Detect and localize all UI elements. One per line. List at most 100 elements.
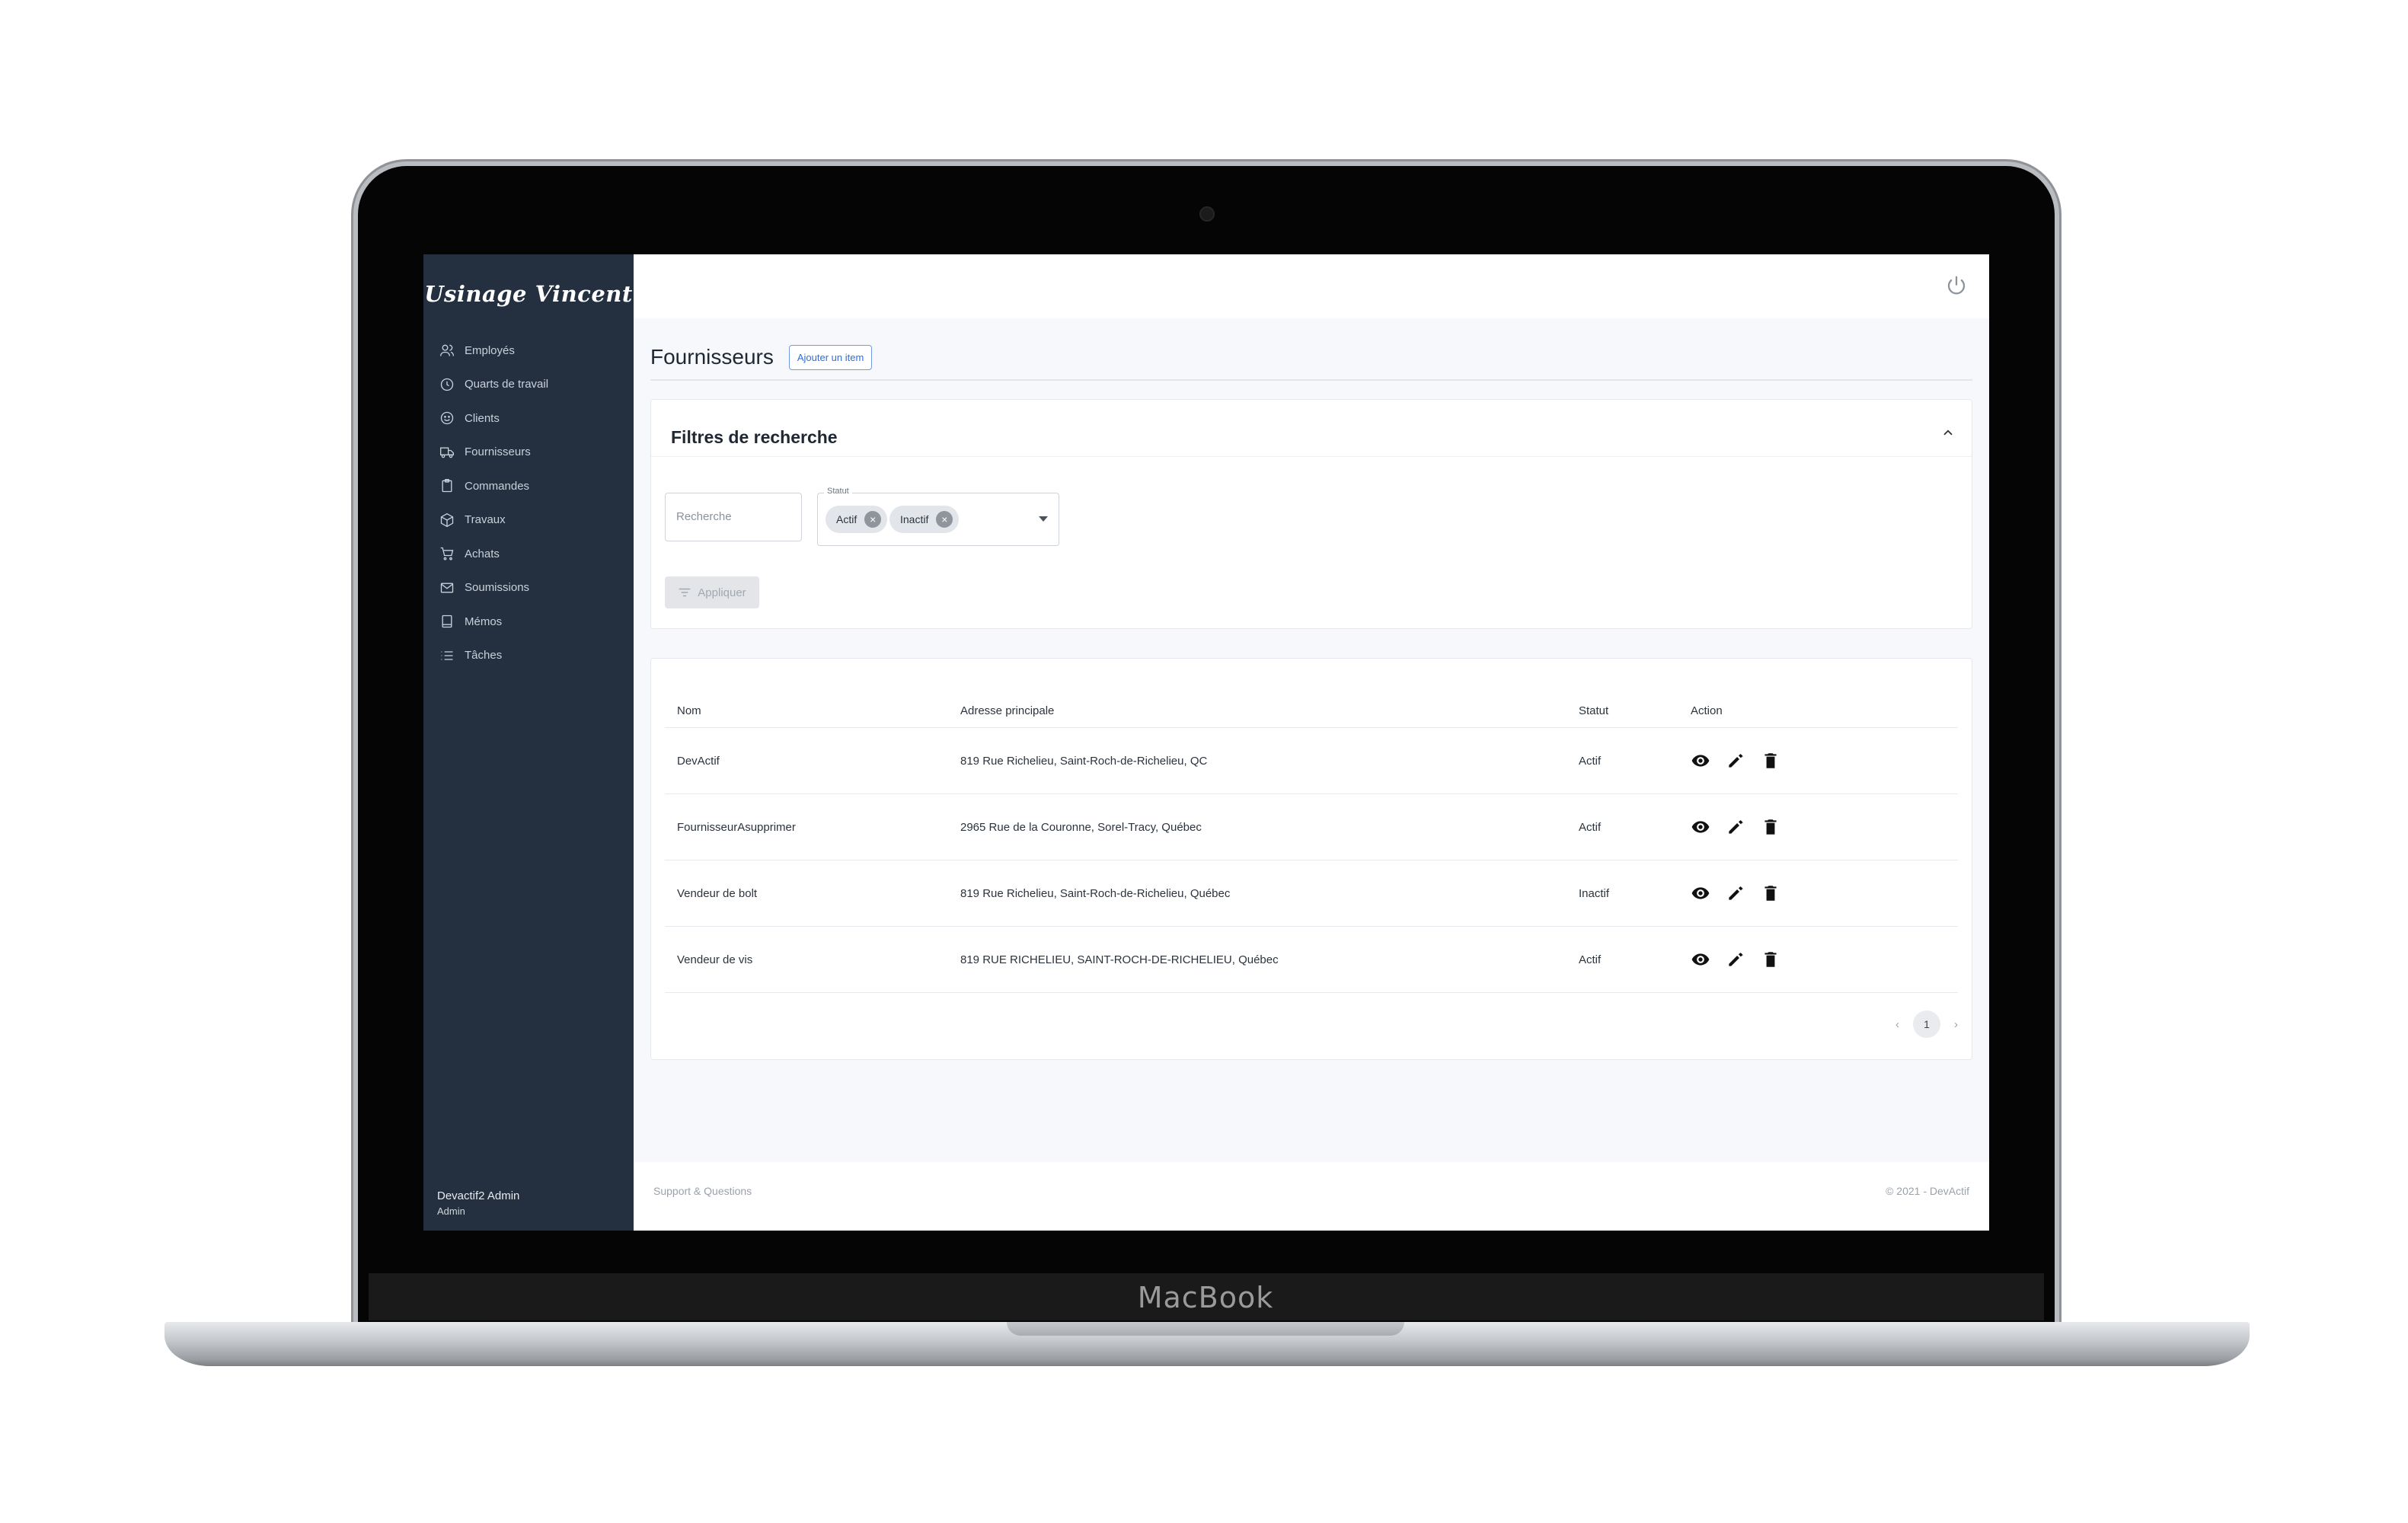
- suppliers-table-card: Nom Adresse principale Statut Action Dev…: [650, 658, 1972, 1060]
- row-actions: [1691, 927, 1780, 992]
- status-chip-actif[interactable]: Actif ×: [826, 506, 888, 533]
- eye-icon[interactable]: [1691, 950, 1710, 969]
- eye-icon[interactable]: [1691, 883, 1710, 903]
- row-actions: [1691, 794, 1780, 860]
- support-link[interactable]: Support & Questions: [653, 1185, 752, 1197]
- smile-icon: [439, 410, 455, 426]
- chevron-up-icon[interactable]: [1941, 426, 1955, 439]
- chip-label: Actif: [836, 513, 857, 525]
- table-row: DevActif 819 Rue Richelieu, Saint-Roch-d…: [665, 728, 1958, 794]
- filters-header[interactable]: Filtres de recherche: [651, 400, 1972, 457]
- row-name: DevActif: [677, 754, 720, 768]
- copyright: © 2021 - DevActif: [1886, 1185, 1969, 1197]
- users-icon: [439, 342, 455, 359]
- status-select[interactable]: Statut Actif × Inactif ×: [817, 487, 1059, 546]
- mail-icon: [439, 580, 455, 596]
- pencil-icon[interactable]: [1726, 950, 1745, 969]
- page-header: Fournisseurs Ajouter un item: [650, 335, 1972, 381]
- row-actions: [1691, 728, 1780, 793]
- trash-icon[interactable]: [1761, 950, 1780, 969]
- user-name: Devactif2 Admin: [437, 1189, 520, 1202]
- sidebar-item-quarts[interactable]: Quarts de travail: [423, 368, 634, 402]
- sidebar-item-clients[interactable]: Clients: [423, 401, 634, 436]
- chevron-right-icon[interactable]: ›: [1954, 1018, 1958, 1031]
- user-info[interactable]: Devactif2 Admin Admin: [437, 1189, 519, 1217]
- trash-icon[interactable]: [1761, 883, 1780, 903]
- laptop-notch: [1007, 1322, 1404, 1336]
- sidebar-item-employes[interactable]: Employés: [423, 334, 634, 368]
- trash-icon[interactable]: [1761, 751, 1780, 771]
- sidebar-nav: Employés Quarts de travail Clients Fourn…: [423, 334, 634, 672]
- table-header-row: Nom Adresse principale Statut Action: [665, 672, 1958, 728]
- search-placeholder: Recherche: [676, 510, 732, 523]
- clipboard-icon: [439, 477, 455, 494]
- clock-icon: [439, 376, 455, 393]
- device-brand: MacBook: [1137, 1281, 1274, 1314]
- filters-card: Filtres de recherche Recherche Statut Ac…: [650, 399, 1972, 629]
- status-label: Statut: [824, 487, 852, 496]
- filter-icon: [679, 588, 691, 597]
- chip-label: Inactif: [900, 513, 929, 525]
- row-actions: [1691, 860, 1780, 926]
- sidebar-item-memos[interactable]: Mémos: [423, 605, 634, 639]
- chevron-left-icon[interactable]: ‹: [1895, 1018, 1899, 1031]
- table-row: Vendeur de vis 819 RUE RICHELIEU, SAINT-…: [665, 927, 1958, 993]
- pencil-icon[interactable]: [1726, 817, 1745, 837]
- row-status: Actif: [1579, 953, 1602, 966]
- suppliers-table: Nom Adresse principale Statut Action Dev…: [665, 672, 1958, 993]
- box-icon: [439, 512, 455, 528]
- trash-icon[interactable]: [1761, 817, 1780, 837]
- book-icon: [439, 613, 455, 630]
- power-icon[interactable]: [1945, 274, 1968, 297]
- search-input[interactable]: Recherche: [665, 493, 802, 541]
- camera: [1199, 206, 1215, 222]
- pencil-icon[interactable]: [1726, 883, 1745, 903]
- table-row: FournisseurAsupprimer 2965 Rue de la Cou…: [665, 794, 1958, 860]
- sidebar-item-travaux[interactable]: Travaux: [423, 503, 634, 538]
- row-status: Inactif: [1579, 886, 1610, 900]
- row-status: Actif: [1579, 754, 1602, 768]
- cart-icon: [439, 545, 455, 562]
- sidebar: Usinage Vincent Employés Quarts de trava…: [423, 254, 634, 1231]
- truck-icon: [439, 444, 455, 461]
- page-number-button[interactable]: 1: [1913, 1011, 1940, 1038]
- list-icon: [439, 647, 455, 664]
- row-name: FournisseurAsupprimer: [677, 820, 796, 834]
- sidebar-item-label: Employés: [465, 343, 515, 357]
- sidebar-item-label: Travaux: [465, 513, 506, 527]
- row-name: Vendeur de bolt: [677, 886, 758, 900]
- app-screen: Usinage Vincent Employés Quarts de trava…: [423, 254, 1989, 1231]
- sidebar-item-label: Soumissions: [465, 581, 530, 595]
- row-address: 819 Rue Richelieu, Saint-Roch-de-Richeli…: [960, 754, 1208, 768]
- row-address: 819 RUE RICHELIEU, SAINT-ROCH-DE-RICHELI…: [960, 953, 1279, 966]
- pagination: ‹ 1 ›: [1895, 1011, 1958, 1038]
- dropdown-arrow-icon[interactable]: [1039, 516, 1048, 522]
- sidebar-item-label: Quarts de travail: [465, 378, 549, 391]
- row-status: Actif: [1579, 820, 1602, 834]
- chip-remove-icon[interactable]: ×: [936, 511, 953, 528]
- sidebar-item-fournisseurs[interactable]: Fournisseurs: [423, 436, 634, 470]
- sidebar-item-label: Commandes: [465, 479, 530, 493]
- sidebar-item-label: Fournisseurs: [465, 445, 531, 459]
- filters-title: Filtres de recherche: [671, 427, 838, 447]
- apply-button[interactable]: Appliquer: [665, 576, 759, 608]
- row-name: Vendeur de vis: [677, 953, 753, 966]
- status-chip-inactif[interactable]: Inactif ×: [889, 506, 960, 533]
- eye-icon[interactable]: [1691, 817, 1710, 837]
- pencil-icon[interactable]: [1726, 751, 1745, 771]
- app-logo[interactable]: Usinage Vincent: [423, 254, 634, 334]
- page-title: Fournisseurs: [650, 345, 774, 369]
- eye-icon[interactable]: [1691, 751, 1710, 771]
- sidebar-item-label: Tâches: [465, 649, 503, 663]
- sidebar-item-label: Mémos: [465, 615, 503, 628]
- row-address: 2965 Rue de la Couronne, Sorel-Tracy, Qu…: [960, 820, 1202, 834]
- sidebar-item-soumissions[interactable]: Soumissions: [423, 571, 634, 605]
- footer: Support & Questions © 2021 - DevActif: [634, 1162, 1989, 1231]
- sidebar-item-taches[interactable]: Tâches: [423, 639, 634, 673]
- sidebar-item-label: Clients: [465, 411, 500, 425]
- sidebar-item-commandes[interactable]: Commandes: [423, 469, 634, 503]
- sidebar-item-achats[interactable]: Achats: [423, 537, 634, 571]
- add-item-button[interactable]: Ajouter un item: [788, 344, 873, 370]
- row-address: 819 Rue Richelieu, Saint-Roch-de-Richeli…: [960, 886, 1231, 900]
- chip-remove-icon[interactable]: ×: [864, 511, 882, 528]
